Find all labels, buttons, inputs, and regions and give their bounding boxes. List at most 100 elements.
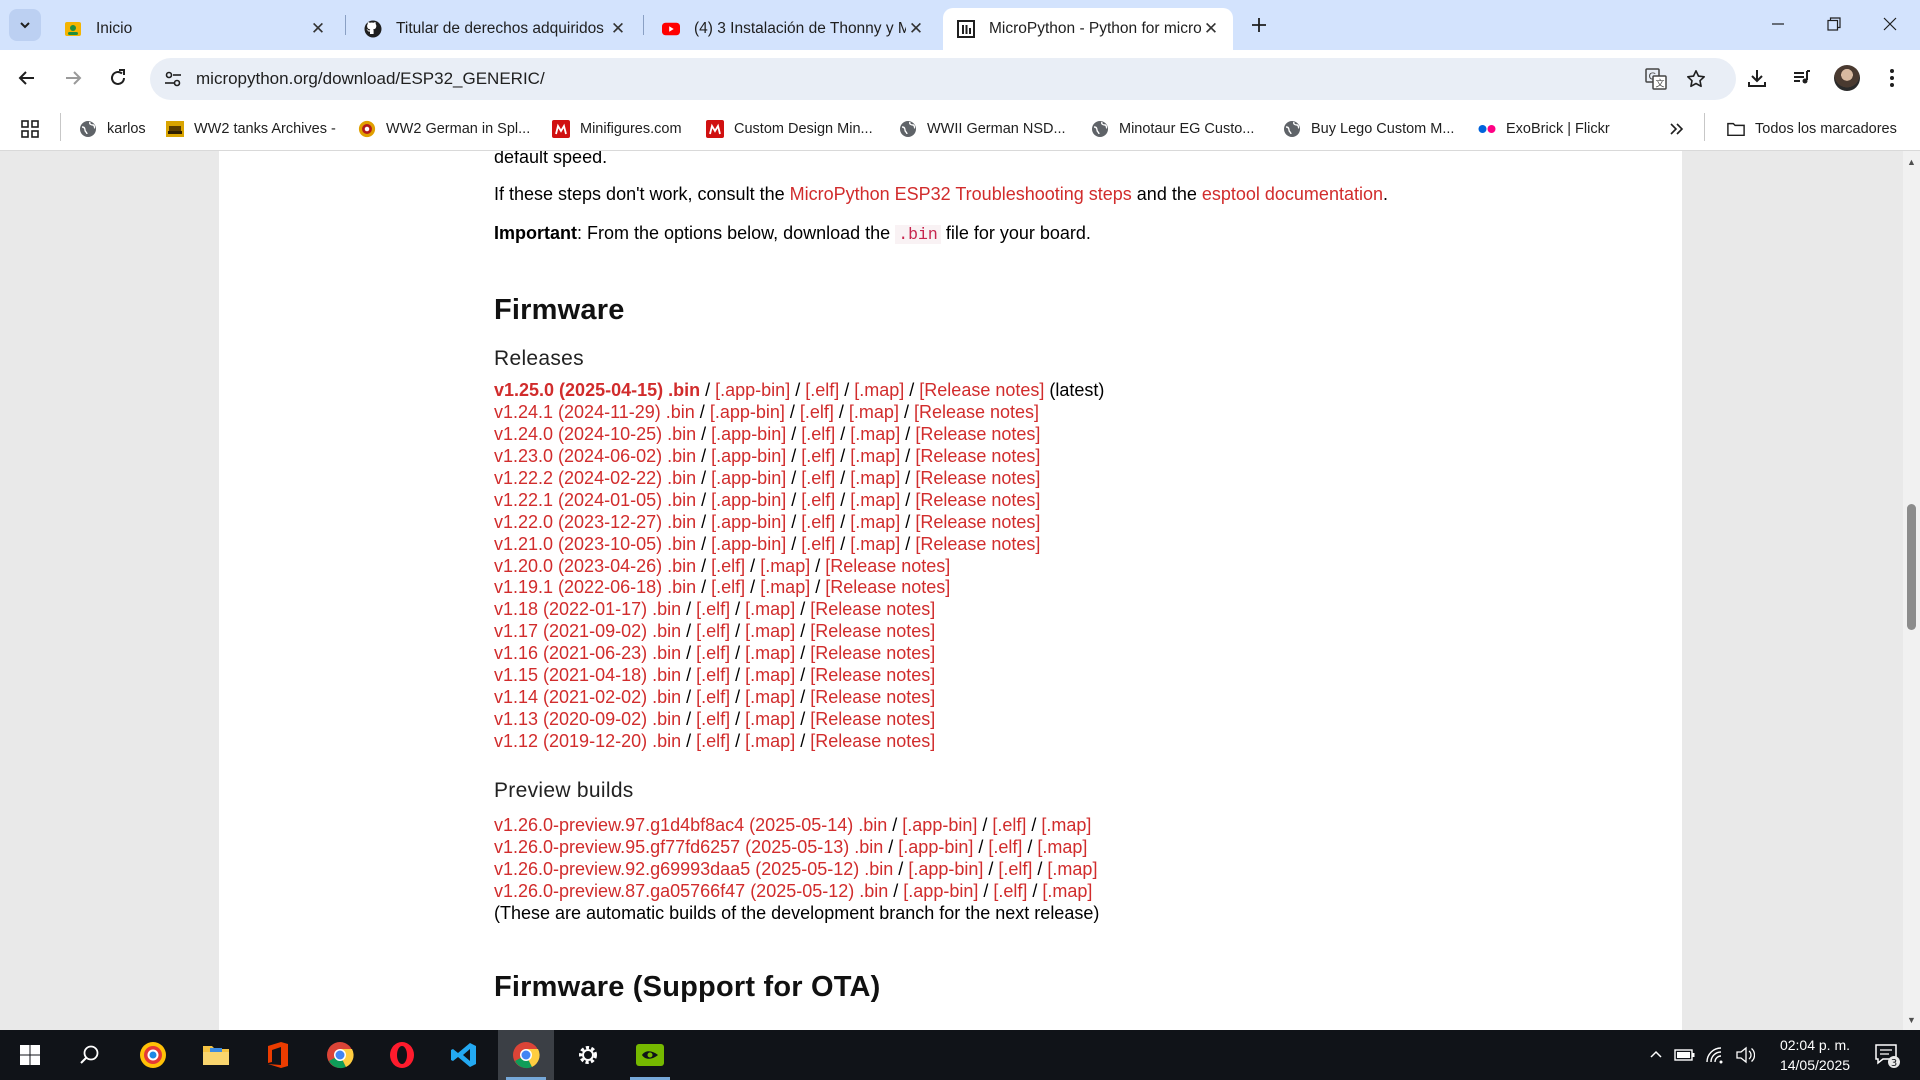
tab-micropython[interactable]: MicroPython - Python for micro ✕ — [943, 8, 1233, 50]
system-clock[interactable]: 02:04 p. m. 14/05/2025 — [1760, 1035, 1870, 1075]
taskbar-app-file-explorer[interactable] — [188, 1030, 244, 1080]
show-hidden-icons-button[interactable] — [1644, 1030, 1668, 1080]
esptool-docs-link[interactable]: esptool documentation — [1202, 184, 1383, 204]
minimize-button[interactable] — [1750, 0, 1806, 48]
app-bin-link[interactable]: [.app-bin] — [711, 512, 786, 532]
release-notes-link[interactable]: [Release notes] — [810, 665, 935, 685]
close-icon[interactable]: ✕ — [1201, 19, 1221, 39]
firmware-bin-link[interactable]: v1.26.0-preview.92.g69993daa5 (2025-05-1… — [494, 859, 893, 879]
new-tab-button[interactable] — [1245, 11, 1273, 39]
scrollbar-thumb[interactable] — [1907, 504, 1916, 630]
elf-link[interactable]: [.elf] — [992, 815, 1026, 835]
search-button[interactable] — [62, 1030, 118, 1080]
elf-link[interactable]: [.elf] — [696, 643, 730, 663]
firmware-bin-link[interactable]: v1.16 (2021-06-23) .bin — [494, 643, 681, 663]
elf-link[interactable]: [.elf] — [801, 534, 835, 554]
apps-button[interactable] — [20, 116, 40, 142]
close-icon[interactable]: ✕ — [608, 19, 628, 39]
release-notes-link[interactable]: [Release notes] — [810, 621, 935, 641]
bookmark-item[interactable]: ExoBrick | Flickr — [1478, 116, 1610, 142]
release-notes-link[interactable]: [Release notes] — [810, 599, 935, 619]
elf-link[interactable]: [.elf] — [988, 837, 1022, 857]
firmware-bin-link[interactable]: v1.22.1 (2024-01-05) .bin — [494, 490, 696, 510]
scroll-up-arrow-icon[interactable]: ▲ — [1903, 153, 1920, 170]
elf-link[interactable]: [.elf] — [801, 424, 835, 444]
release-notes-link[interactable]: [Release notes] — [825, 577, 950, 597]
release-notes-link[interactable]: [Release notes] — [915, 512, 1040, 532]
release-notes-link[interactable]: [Release notes] — [914, 402, 1039, 422]
firmware-bin-link[interactable]: v1.26.0-preview.95.gf77fd6257 (2025-05-1… — [494, 837, 883, 857]
firmware-bin-link[interactable]: v1.19.1 (2022-06-18) .bin — [494, 577, 696, 597]
release-notes-link[interactable]: [Release notes] — [915, 534, 1040, 554]
map-link[interactable]: [.map] — [1037, 837, 1087, 857]
firmware-bin-link[interactable]: v1.24.0 (2024-10-25) .bin — [494, 424, 696, 444]
more-bookmarks-button[interactable] — [1668, 116, 1684, 142]
firmware-bin-link[interactable]: v1.25.0 (2025-04-15) .bin — [494, 380, 700, 400]
firmware-bin-link[interactable]: v1.14 (2021-02-02) .bin — [494, 687, 681, 707]
map-link[interactable]: [.map] — [745, 709, 795, 729]
release-notes-link[interactable]: [Release notes] — [810, 687, 935, 707]
map-link[interactable]: [.map] — [745, 665, 795, 685]
app-bin-link[interactable]: [.app-bin] — [908, 859, 983, 879]
map-link[interactable]: [.map] — [849, 402, 899, 422]
app-bin-link[interactable]: [.app-bin] — [710, 402, 785, 422]
taskbar-app-office[interactable] — [250, 1030, 306, 1080]
map-link[interactable]: [.map] — [745, 599, 795, 619]
firmware-bin-link[interactable]: v1.18 (2022-01-17) .bin — [494, 599, 681, 619]
app-bin-link[interactable]: [.app-bin] — [902, 815, 977, 835]
firmware-bin-link[interactable]: v1.15 (2021-04-18) .bin — [494, 665, 681, 685]
app-bin-link[interactable]: [.app-bin] — [711, 490, 786, 510]
map-link[interactable]: [.map] — [745, 687, 795, 707]
close-icon[interactable]: ✕ — [308, 19, 328, 39]
bookmark-item[interactable]: WW2 German in Spl... — [358, 116, 530, 142]
volume-button[interactable] — [1732, 1030, 1758, 1080]
bookmark-item[interactable]: Custom Design Min... — [706, 116, 873, 142]
taskbar-app-vscode[interactable] — [436, 1030, 492, 1080]
menu-button[interactable] — [1874, 60, 1910, 96]
map-link[interactable]: [.map] — [850, 490, 900, 510]
map-link[interactable]: [.map] — [760, 577, 810, 597]
map-link[interactable]: [.map] — [745, 731, 795, 751]
release-notes-link[interactable]: [Release notes] — [810, 643, 935, 663]
elf-link[interactable]: [.elf] — [801, 490, 835, 510]
map-link[interactable]: [.map] — [850, 424, 900, 444]
taskbar-app-nvidia[interactable] — [622, 1030, 678, 1080]
app-bin-link[interactable]: [.app-bin] — [715, 380, 790, 400]
map-link[interactable]: [.map] — [1042, 881, 1092, 901]
release-notes-link[interactable]: [Release notes] — [915, 446, 1040, 466]
map-link[interactable]: [.map] — [760, 556, 810, 576]
release-notes-link[interactable]: [Release notes] — [915, 490, 1040, 510]
firmware-bin-link[interactable]: v1.12 (2019-12-20) .bin — [494, 731, 681, 751]
bookmark-star-button[interactable] — [1681, 64, 1711, 94]
release-notes-link[interactable]: [Release notes] — [919, 380, 1044, 400]
elf-link[interactable]: [.elf] — [696, 621, 730, 641]
page-scrollbar[interactable]: ▲ ▼ — [1903, 151, 1920, 1030]
site-info-button[interactable] — [158, 64, 188, 94]
all-bookmarks-button[interactable]: Todos los marcadores — [1727, 116, 1897, 142]
bookmark-item[interactable]: WWII German NSD... — [899, 116, 1066, 142]
reload-button[interactable] — [100, 60, 136, 96]
elf-link[interactable]: [.elf] — [696, 709, 730, 729]
release-notes-link[interactable]: [Release notes] — [810, 731, 935, 751]
app-bin-link[interactable]: [.app-bin] — [903, 881, 978, 901]
firmware-bin-link[interactable]: v1.24.1 (2024-11-29) .bin — [494, 402, 695, 422]
elf-link[interactable]: [.elf] — [805, 380, 839, 400]
taskbar-app-settings[interactable] — [560, 1030, 616, 1080]
url-text[interactable]: micropython.org/download/ESP32_GENERIC/ — [196, 69, 545, 89]
bookmark-item[interactable]: WW2 tanks Archives - — [166, 116, 336, 142]
restore-button[interactable] — [1806, 0, 1862, 48]
release-notes-link[interactable]: [Release notes] — [825, 556, 950, 576]
firmware-bin-link[interactable]: v1.21.0 (2023-10-05) .bin — [494, 534, 696, 554]
firmware-bin-link[interactable]: v1.22.2 (2024-02-22) .bin — [494, 468, 696, 488]
bookmark-item[interactable]: Minifigures.com — [552, 116, 682, 142]
address-bar[interactable]: micropython.org/download/ESP32_GENERIC/ … — [150, 58, 1736, 100]
map-link[interactable]: [.map] — [850, 468, 900, 488]
app-bin-link[interactable]: [.app-bin] — [711, 534, 786, 554]
troubleshooting-link[interactable]: MicroPython ESP32 Troubleshooting steps — [790, 184, 1132, 204]
elf-link[interactable]: [.elf] — [696, 599, 730, 619]
firmware-bin-link[interactable]: v1.22.0 (2023-12-27) .bin — [494, 512, 696, 532]
map-link[interactable]: [.map] — [850, 446, 900, 466]
app-bin-link[interactable]: [.app-bin] — [711, 468, 786, 488]
map-link[interactable]: [.map] — [1041, 815, 1091, 835]
map-link[interactable]: [.map] — [850, 534, 900, 554]
